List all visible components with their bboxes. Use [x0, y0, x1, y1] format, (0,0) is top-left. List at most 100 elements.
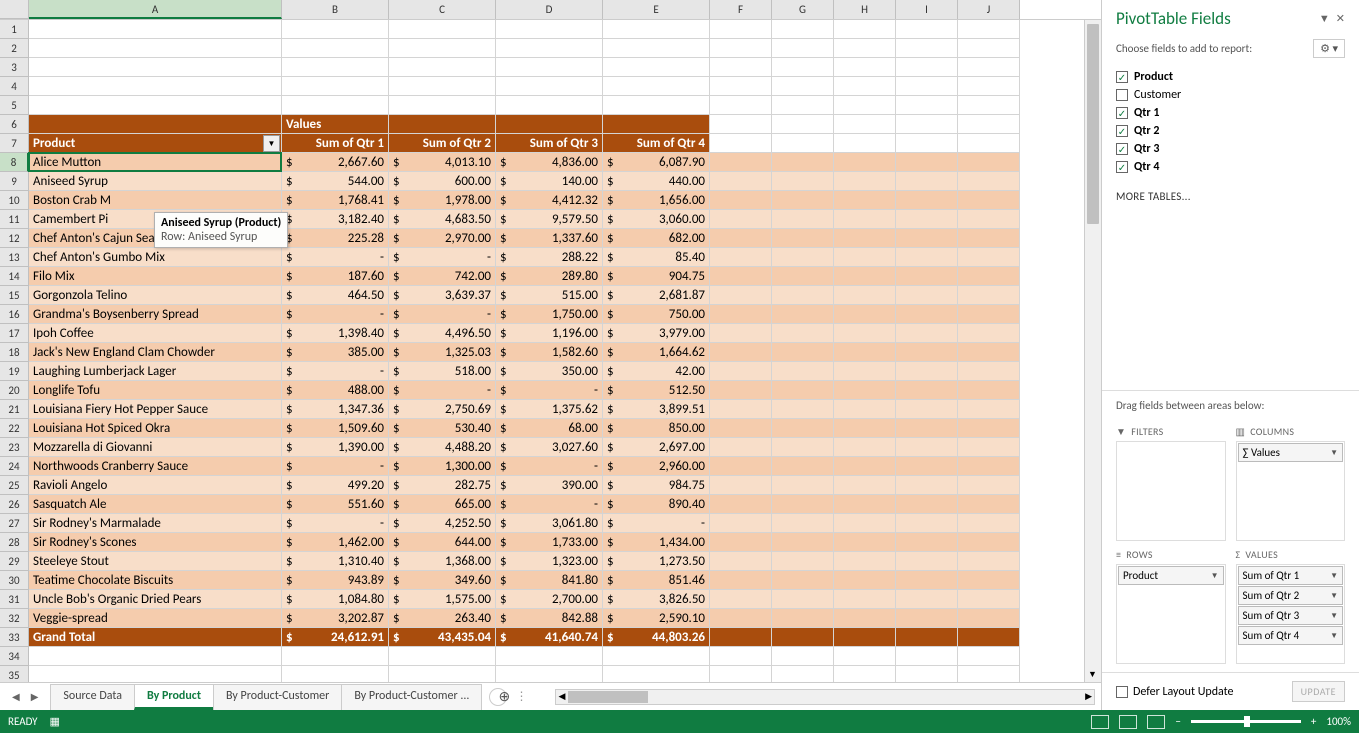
cell[interactable] [896, 210, 958, 229]
cell[interactable] [958, 457, 1020, 476]
cell[interactable]: $3,027.60 [496, 438, 603, 457]
cell[interactable] [772, 495, 834, 514]
cell[interactable] [958, 362, 1020, 381]
cell[interactable]: Sir Rodney's Marmalade [29, 514, 282, 533]
zone-pill[interactable]: Sum of Qtr 2▼ [1238, 586, 1344, 605]
more-tables-link[interactable]: MORE TABLES... [1102, 180, 1359, 213]
zoom-slider[interactable] [1191, 720, 1301, 723]
cell[interactable] [282, 666, 389, 682]
defer-layout-checkbox[interactable]: Defer Layout Update [1116, 685, 1234, 699]
cell[interactable] [896, 39, 958, 58]
col-header-D[interactable]: D [496, 0, 603, 19]
cell[interactable] [834, 58, 896, 77]
cell[interactable]: $1,390.00 [282, 438, 389, 457]
cell[interactable] [389, 115, 496, 134]
cell[interactable]: Uncle Bob's Organic Dried Pears [29, 590, 282, 609]
cell[interactable] [772, 552, 834, 571]
cell[interactable]: $750.00 [603, 305, 710, 324]
cell[interactable]: $2,590.10 [603, 609, 710, 628]
cell[interactable] [896, 58, 958, 77]
values-zone[interactable]: ΣVALUES Sum of Qtr 1▼Sum of Qtr 2▼Sum of… [1236, 545, 1346, 664]
row-header-27[interactable]: 27 [0, 514, 29, 533]
cell[interactable] [896, 381, 958, 400]
cell[interactable] [603, 20, 710, 39]
cell[interactable]: $1,398.40 [282, 324, 389, 343]
cell[interactable]: $1,300.00 [389, 457, 496, 476]
row-header-22[interactable]: 22 [0, 419, 29, 438]
cell[interactable]: $1,368.00 [389, 552, 496, 571]
cell[interactable]: $644.00 [389, 533, 496, 552]
cell[interactable] [834, 229, 896, 248]
cell[interactable] [896, 419, 958, 438]
cell[interactable] [496, 39, 603, 58]
cell[interactable]: $1,733.00 [496, 533, 603, 552]
cell[interactable]: $3,639.37 [389, 286, 496, 305]
cell[interactable] [710, 647, 772, 666]
sheet-tab[interactable]: By Product [134, 684, 214, 710]
cell[interactable]: $4,013.10 [389, 153, 496, 172]
cell[interactable] [710, 210, 772, 229]
cell[interactable]: $904.75 [603, 267, 710, 286]
cell[interactable]: $- [282, 248, 389, 267]
row-header-8[interactable]: 8 [0, 153, 29, 172]
cell[interactable]: Sum of Qtr 1 [282, 134, 389, 153]
cell[interactable]: $44,803.26 [603, 628, 710, 647]
cell[interactable] [958, 666, 1020, 682]
cell[interactable]: $- [282, 514, 389, 533]
cell[interactable] [958, 77, 1020, 96]
cell[interactable] [958, 191, 1020, 210]
cell[interactable] [710, 191, 772, 210]
cell[interactable] [710, 495, 772, 514]
cell[interactable] [896, 134, 958, 153]
cell[interactable] [772, 39, 834, 58]
cell[interactable]: $4,412.32 [496, 191, 603, 210]
row-header-30[interactable]: 30 [0, 571, 29, 590]
zone-pill[interactable]: Sum of Qtr 1▼ [1238, 566, 1344, 585]
cell[interactable] [389, 39, 496, 58]
scroll-down-arrow[interactable]: ▼ [1085, 667, 1100, 682]
cell[interactable]: $2,750.69 [389, 400, 496, 419]
cell[interactable] [710, 362, 772, 381]
col-header-C[interactable]: C [389, 0, 496, 19]
panel-options-icon[interactable]: ▼ [1319, 12, 1330, 25]
cell[interactable]: $390.00 [496, 476, 603, 495]
cell[interactable]: $1,196.00 [496, 324, 603, 343]
cell-grid[interactable]: ValuesProductSum of Qtr 1Sum of Qtr 2Sum… [29, 20, 1084, 682]
cell[interactable] [710, 571, 772, 590]
zone-pill[interactable]: ∑ Values▼ [1238, 443, 1344, 462]
cell[interactable]: $3,202.87 [282, 609, 389, 628]
cell[interactable] [834, 20, 896, 39]
cell[interactable]: $3,061.80 [496, 514, 603, 533]
cell[interactable] [896, 305, 958, 324]
cell[interactable] [896, 647, 958, 666]
col-header-B[interactable]: B [282, 0, 389, 19]
cell[interactable] [772, 229, 834, 248]
cell[interactable] [958, 153, 1020, 172]
cell[interactable] [896, 476, 958, 495]
rows-zone[interactable]: ≡ROWS Product▼ [1116, 545, 1226, 664]
cell[interactable] [710, 248, 772, 267]
cell[interactable] [896, 400, 958, 419]
cell[interactable] [958, 96, 1020, 115]
cell[interactable] [772, 343, 834, 362]
cell[interactable]: Veggie-spread [29, 609, 282, 628]
cell[interactable] [958, 286, 1020, 305]
cell[interactable] [603, 77, 710, 96]
cell[interactable]: Values [282, 115, 389, 134]
cell[interactable]: $665.00 [389, 495, 496, 514]
field-checkbox[interactable]: ✓ [1116, 125, 1128, 137]
cell[interactable] [834, 286, 896, 305]
cell[interactable] [710, 476, 772, 495]
cell[interactable] [710, 286, 772, 305]
row-header-7[interactable]: 7 [0, 134, 29, 153]
row-header-18[interactable]: 18 [0, 343, 29, 362]
macro-record-icon[interactable]: ▦ [50, 715, 60, 728]
cell[interactable] [834, 457, 896, 476]
cell[interactable] [710, 172, 772, 191]
cell[interactable] [958, 305, 1020, 324]
cell[interactable] [896, 191, 958, 210]
cell[interactable] [389, 20, 496, 39]
cell[interactable] [710, 324, 772, 343]
cell[interactable] [496, 58, 603, 77]
cell[interactable] [282, 58, 389, 77]
